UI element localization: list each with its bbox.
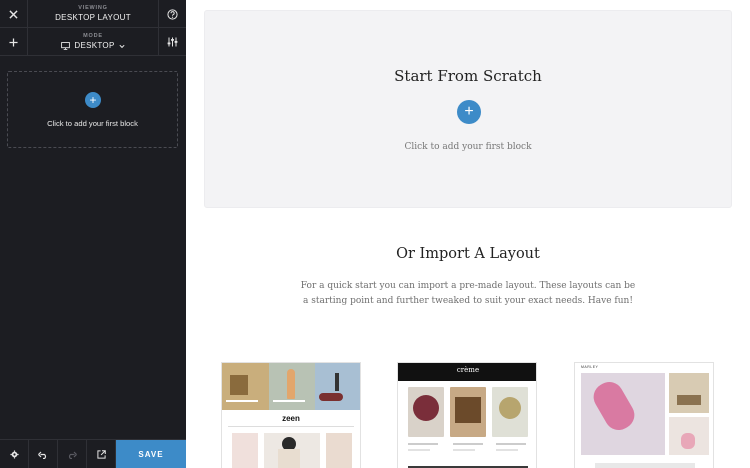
creme-grid	[408, 387, 528, 437]
zeen-nav	[228, 426, 354, 427]
add-button[interactable]	[0, 28, 28, 56]
sidebar-toolbar: SAVE	[0, 439, 186, 468]
viewing-label: VIEWING	[78, 5, 108, 11]
scratch-title: Start From Scratch	[394, 67, 542, 85]
add-block-plus-icon[interactable]: +	[85, 92, 101, 108]
mode-value: DESKTOP	[74, 41, 115, 50]
gear-icon	[9, 450, 19, 459]
help-button[interactable]	[158, 0, 186, 28]
zeen-hero	[222, 363, 360, 410]
builder-sidebar: VIEWING DESKTOP LAYOUT MODE DESKTOP + Cl…	[0, 0, 186, 468]
scratch-subtitle: Click to add your first block	[404, 142, 532, 152]
viewing-selector: VIEWING DESKTOP LAYOUT	[28, 0, 158, 28]
redo-icon	[68, 451, 77, 459]
viewing-row: VIEWING DESKTOP LAYOUT	[0, 0, 186, 28]
dropzone-text: Click to add your first block	[47, 119, 138, 128]
start-from-scratch-panel[interactable]: Start From Scratch + Click to add your f…	[204, 10, 732, 208]
add-block-plus-icon[interactable]: +	[457, 100, 481, 124]
undo-icon	[38, 451, 47, 459]
close-button[interactable]	[0, 0, 28, 28]
mode-row: MODE DESKTOP	[0, 28, 186, 56]
creme-logo: crème	[398, 363, 536, 381]
layout-thumbnail-zeen[interactable]: zeen	[221, 362, 361, 468]
preview-button[interactable]	[87, 440, 116, 468]
sliders-icon	[167, 37, 178, 47]
site-settings-button[interactable]	[0, 440, 29, 468]
mode-selector[interactable]: MODE DESKTOP	[28, 28, 158, 56]
import-title: Or Import A Layout	[396, 246, 540, 262]
undo-button[interactable]	[29, 440, 58, 468]
marley-logo: MARLEY	[581, 365, 599, 369]
save-button[interactable]: SAVE	[116, 440, 186, 468]
close-icon	[9, 9, 18, 19]
external-link-icon	[96, 450, 106, 459]
layout-thumbnail-marley[interactable]: MARLEY	[574, 362, 714, 468]
redo-button[interactable]	[58, 440, 87, 468]
mode-label: MODE	[83, 33, 103, 39]
help-icon	[167, 8, 178, 20]
chevron-down-icon	[119, 44, 125, 48]
layout-thumbnail-creme[interactable]: crème	[397, 362, 537, 468]
viewing-value: DESKTOP LAYOUT	[55, 13, 131, 22]
import-description: For a quick start you can import a pre-m…	[300, 281, 636, 306]
main-canvas: Start From Scratch + Click to add your f…	[186, 0, 750, 468]
settings-button[interactable]	[158, 28, 186, 56]
desktop-icon	[61, 42, 71, 50]
plus-icon	[9, 37, 18, 47]
add-first-block-dropzone[interactable]: + Click to add your first block	[7, 71, 178, 148]
zeen-logo: zeen	[282, 414, 300, 423]
